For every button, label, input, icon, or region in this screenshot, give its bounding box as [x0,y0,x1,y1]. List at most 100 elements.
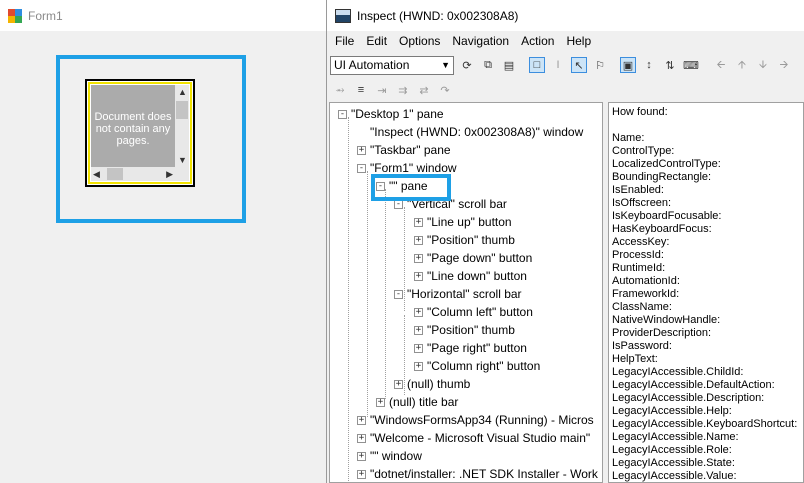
chevron-down-icon[interactable]: ▼ [178,154,187,166]
menu-help[interactable]: Help [560,34,597,48]
action-invoke-icon[interactable]: ⇥ [374,82,390,98]
watch-focus-icon[interactable]: □ [529,57,545,73]
horizontal-scroll-bar[interactable]: ◀ ▶ [91,167,175,181]
form1-title-bar[interactable]: Form1 [0,0,326,31]
nav-back-icon[interactable]: 🡨 [713,57,729,73]
tree-item[interactable]: + "Page down" button [414,249,532,267]
property-row[interactable]: BoundingRectangle: [612,171,803,184]
tree-item[interactable]: + "Page right" button [414,339,527,357]
action-focus-icon[interactable]: ⥇ [332,82,348,98]
property-row[interactable]: HasKeyboardFocus: [612,223,803,236]
document-message: Document does not contain any pages. [94,111,172,147]
tree-item[interactable]: - "Desktop 1" pane [338,105,444,123]
scroll-corner [175,167,189,181]
tree-guide [385,189,386,399]
property-row[interactable]: LocalizedControlType: [612,158,803,171]
show-caret-icon[interactable]: ↕ [641,57,657,73]
chevron-right-icon[interactable]: ▶ [166,168,173,180]
property-row[interactable]: IsEnabled: [612,184,803,197]
property-row[interactable]: HelpText: [612,353,803,366]
action-expand-icon[interactable]: ⇉ [395,82,411,98]
property-row[interactable]: ClassName: [612,301,803,314]
nav-child-icon[interactable]: 🡫 [755,57,771,73]
horizontal-scroll-thumb[interactable] [107,168,123,180]
nav-next-icon[interactable]: 🡪 [776,57,792,73]
tree-item[interactable]: + "Position" thumb [414,321,515,339]
inspect-app-icon [335,8,351,23]
property-row[interactable]: RuntimeId: [612,262,803,275]
menu-file[interactable]: File [329,34,360,48]
menu-edit[interactable]: Edit [360,34,393,48]
document-area: Document does not contain any pages. ▲ ▼… [91,85,189,181]
tree-item[interactable]: + "Line up" button [414,213,512,231]
tree-item[interactable]: + "WindowsFormsApp34 (Running) - Micros [357,411,594,429]
property-row[interactable]: LegacyIAccessible.Role: [612,444,803,457]
tree-item[interactable]: + "Column right" button [414,357,540,375]
property-row[interactable]: IsPassword: [612,340,803,353]
tree-item[interactable]: + "Line down" button [414,267,527,285]
properties-icon[interactable]: ▤ [501,57,517,73]
tree-item[interactable]: - "Horizontal" scroll bar [394,285,522,303]
property-row[interactable]: LegacyIAccessible.State: [612,457,803,470]
tree-item[interactable]: + (null) thumb [394,375,470,393]
tree-guide [367,171,368,417]
tree-item[interactable]: + "Taskbar" pane [357,141,451,159]
property-row[interactable]: IsOffscreen: [612,197,803,210]
mode-select-value: UI Automation [334,58,410,72]
vertical-scroll-bar[interactable]: ▲ ▼ [175,85,189,167]
property-row[interactable]: LegacyIAccessible.KeyboardShortcut: [612,418,803,431]
property-row[interactable]: LegacyIAccessible.ChildId: [612,366,803,379]
inspect-window: Inspect (HWND: 0x002308A8) File Edit Opt… [327,0,804,483]
property-row[interactable]: AutomationId: [612,275,803,288]
mode-select[interactable]: UI Automation ▼ [330,55,454,75]
main-toolbar: UI Automation ▼ ⟳ ⧉ ▤ □ I ↖ ⚐ ▣ ↕ ⇅ ⌨ 🡨 … [327,52,804,78]
document-viewer-pane[interactable]: Document does not contain any pages. ▲ ▼… [85,79,195,187]
watch-tooltip-icon[interactable]: ⚐ [592,57,608,73]
copy-icon[interactable]: ⧉ [480,57,496,73]
tree-item[interactable]: + "Welcome - Microsoft Visual Studio main… [357,429,590,447]
property-row[interactable]: FrameworkId: [612,288,803,301]
property-row[interactable]: LegacyIAccessible.Name: [612,431,803,444]
chevron-left-icon[interactable]: ◀ [93,168,100,180]
tree-item[interactable]: + "dotnet/installer: .NET SDK Installer -… [357,465,598,482]
tree-item[interactable]: "Inspect (HWND: 0x002308A8)" window [357,123,583,141]
chevron-up-icon[interactable]: ▲ [178,86,187,98]
nav-parent-icon[interactable]: 🡩 [734,57,750,73]
show-highlight-icon[interactable]: ▣ [620,57,636,73]
menu-options[interactable]: Options [393,34,446,48]
action-scroll-icon[interactable]: ↷ [437,82,453,98]
form-app-icon [8,8,22,23]
refresh-icon[interactable]: ⟳ [459,57,475,73]
property-row[interactable]: Name: [612,132,803,145]
property-row[interactable]: NativeWindowHandle: [612,314,803,327]
vertical-scroll-thumb[interactable] [176,101,188,119]
action-select-icon[interactable]: ⇄ [416,82,432,98]
property-row[interactable]: AccessKey: [612,236,803,249]
watch-cursor-icon[interactable]: ↖ [571,57,587,73]
property-row[interactable]: ProviderDescription: [612,327,803,340]
selected-node-highlight [371,174,451,201]
watch-caret-icon[interactable]: I [550,57,566,73]
tree-item[interactable]: + "Position" thumb [414,231,515,249]
tree-item[interactable]: + "" window [357,447,422,465]
action-toolbar: ⥇ ≡ ⇥ ⇉ ⇄ ↷ [327,80,627,100]
property-row[interactable]: ProcessId: [612,249,803,262]
menu-navigation[interactable]: Navigation [446,34,515,48]
show-focus-icon[interactable]: ⇅ [662,57,678,73]
property-row[interactable] [612,119,803,132]
tree-item[interactable]: + "Column left" button [414,303,533,321]
property-row[interactable]: IsKeyboardFocusable: [612,210,803,223]
property-row[interactable]: LegacyIAccessible.Value: [612,470,803,482]
menu-action[interactable]: Action [515,34,560,48]
property-row[interactable]: LegacyIAccessible.DefaultAction: [612,379,803,392]
keyboard-icon[interactable]: ⌨ [683,57,699,73]
property-row[interactable]: LegacyIAccessible.Help: [612,405,803,418]
inspect-title-bar[interactable]: Inspect (HWND: 0x002308A8) [327,0,804,31]
element-tree[interactable]: - "Desktop 1" pane "Inspect (HWND: 0x0023… [329,102,603,483]
property-row[interactable]: LegacyIAccessible.Description: [612,392,803,405]
action-toggle-icon[interactable]: ≡ [353,82,369,98]
properties-pane[interactable]: How found: Name: ControlType: LocalizedCont… [608,102,804,483]
property-row[interactable]: ControlType: [612,145,803,158]
property-row[interactable]: How found: [612,106,803,119]
tree-item[interactable]: + (null) title bar [376,393,458,411]
